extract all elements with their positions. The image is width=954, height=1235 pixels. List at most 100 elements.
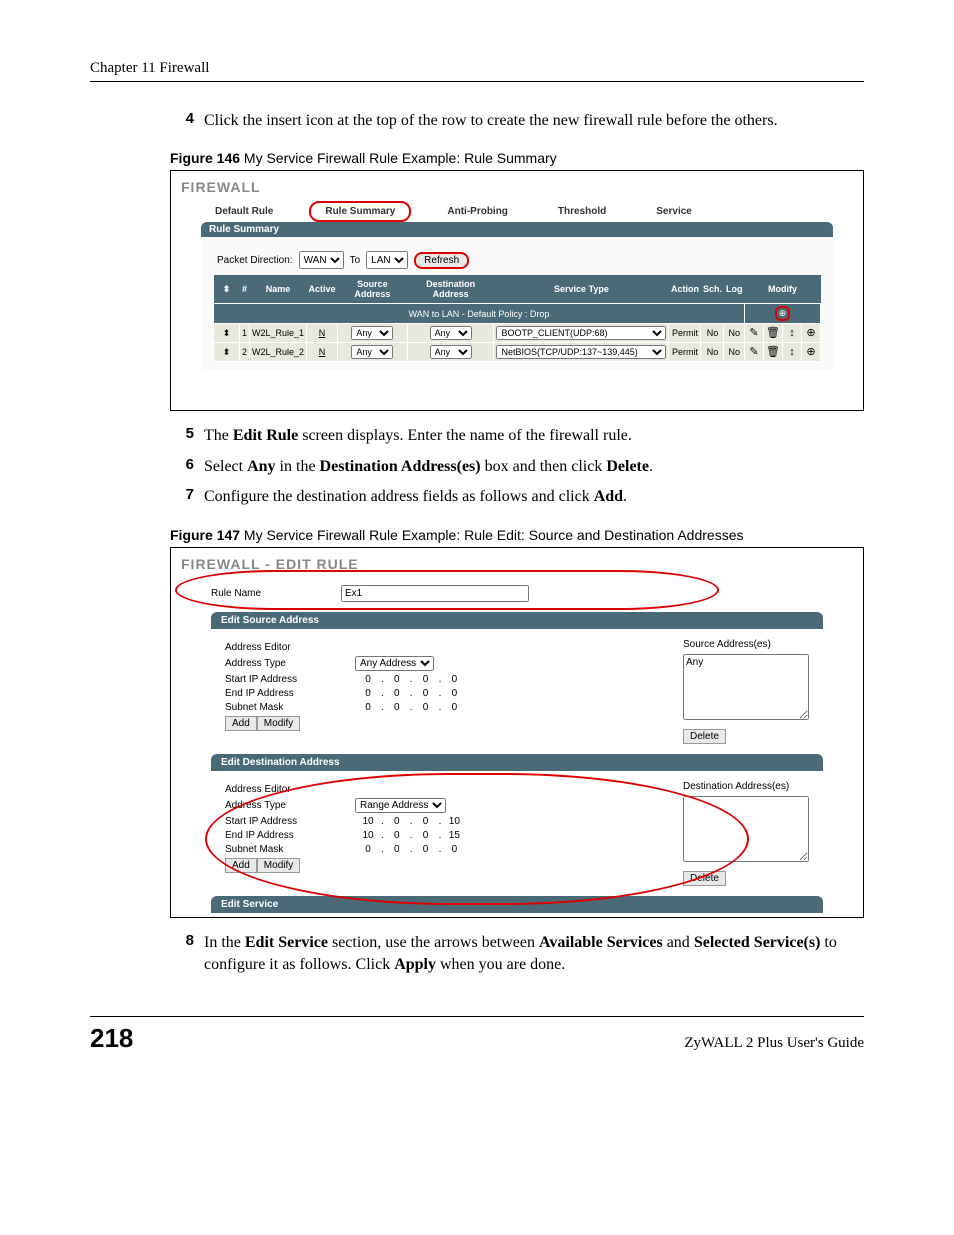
ip-octet: 0 — [413, 830, 439, 841]
step-text: Click the insert icon at the top of the … — [204, 110, 864, 132]
packet-direction-label: Packet Direction: — [217, 255, 293, 266]
source-modify-button[interactable]: Modify — [257, 716, 300, 731]
rules-table: ⬍ # Name Active Source Address Destinati… — [213, 275, 821, 362]
insert-icon[interactable]: ⊕ — [804, 345, 818, 359]
reorder-handle[interactable]: ⬍ — [214, 343, 240, 362]
action-cell: Permit — [669, 343, 701, 362]
ip-octet: 10 — [441, 816, 467, 827]
rule-name-input[interactable] — [341, 585, 529, 602]
tab-default-rule[interactable]: Default Rule — [201, 203, 287, 220]
address-editor-label: Address Editor — [225, 642, 355, 653]
packet-direction-from-select[interactable]: WAN — [299, 251, 344, 269]
insert-icon[interactable]: ⊕ — [775, 306, 791, 321]
source-addresses-list[interactable]: Any — [683, 654, 809, 720]
move-icon[interactable]: ↕ — [785, 326, 799, 340]
figure-147-screenshot: FIREWALL - EDIT RULE Rule Name Edit Sour… — [170, 547, 864, 918]
delete-icon[interactable]: 🗑 — [766, 326, 780, 340]
packet-direction-to-select[interactable]: LAN — [366, 251, 408, 269]
edit-icon[interactable]: ✎ — [747, 345, 761, 359]
source-address-type-select[interactable]: Any Address — [355, 656, 434, 671]
subnet-label: Subnet Mask — [225, 702, 355, 713]
ip-octet: 0 — [413, 688, 439, 699]
tab-service[interactable]: Service — [642, 203, 706, 220]
ip-octet: 0 — [441, 674, 467, 685]
destination-modify-button[interactable]: Modify — [257, 858, 300, 873]
active-cell: N — [307, 324, 338, 343]
address-type-label: Address Type — [225, 800, 355, 811]
ip-octet: 15 — [441, 830, 467, 841]
destination-addresses-list[interactable] — [683, 796, 809, 862]
step-number: 8 — [170, 932, 204, 977]
destination-delete-button[interactable]: Delete — [683, 871, 726, 886]
service-select[interactable]: BOOTP_CLIENT(UDP:68) — [496, 326, 666, 340]
firewall-title: FIREWALL — [181, 179, 853, 195]
firewall-edit-title: FIREWALL - EDIT RULE — [181, 556, 853, 572]
source-add-button[interactable]: Add — [225, 716, 257, 731]
col-action: Action — [669, 275, 701, 304]
ip-octet: 0 — [384, 844, 410, 855]
reorder-handle[interactable]: ⬍ — [214, 324, 240, 343]
rule-summary-body: Packet Direction: WAN To LAN Refresh ⬍ #… — [201, 237, 833, 370]
destination-select[interactable]: Any — [430, 326, 472, 340]
row-index: 2 — [240, 343, 250, 362]
page-number: 218 — [90, 1023, 133, 1054]
guide-name: ZyWALL 2 Plus User's Guide — [684, 1035, 864, 1052]
row-index: 1 — [240, 324, 250, 343]
schedule-cell: No — [701, 324, 724, 343]
col-index: # — [240, 275, 250, 304]
ip-octet: 0 — [413, 674, 439, 685]
log-cell: No — [724, 343, 745, 362]
delete-icon[interactable]: 🗑 — [766, 345, 780, 359]
refresh-button[interactable]: Refresh — [414, 252, 469, 269]
col-source: Source Address — [338, 275, 408, 304]
step-number: 7 — [170, 486, 204, 508]
insert-icon[interactable]: ⊕ — [804, 326, 818, 340]
col-schedule: Sch. — [701, 275, 724, 304]
tab-threshold[interactable]: Threshold — [544, 203, 620, 220]
source-select[interactable]: Any — [351, 326, 393, 340]
figure-147-caption: Figure 147 My Service Firewall Rule Exam… — [170, 527, 864, 543]
ip-octet: 0 — [355, 688, 381, 699]
move-icon[interactable]: ↕ — [785, 345, 799, 359]
ip-octet: 0 — [441, 688, 467, 699]
destination-cell: Any — [407, 324, 494, 343]
col-name: Name — [250, 275, 307, 304]
ip-octet: 0 — [441, 702, 467, 713]
destination-select[interactable]: Any — [430, 345, 472, 359]
destination-address-type-select[interactable]: Range Address — [355, 798, 446, 813]
end-ip-label: End IP Address — [225, 688, 355, 699]
step-text: Select Any in the Destination Address(es… — [204, 456, 864, 478]
source-cell: Any — [338, 324, 408, 343]
log-cell: No — [724, 324, 745, 343]
header-rule — [90, 81, 864, 82]
step-8: 8 In the Edit Service section, use the a… — [170, 932, 864, 977]
tab-anti-probing[interactable]: Anti-Probing — [433, 203, 522, 220]
schedule-cell: No — [701, 343, 724, 362]
edit-source-header: Edit Source Address — [211, 612, 823, 629]
table-row: ⬍ 2 W2L_Rule_2 N Any Any NetBIOS(TCP/UDP… — [214, 343, 821, 362]
subnet-label: Subnet Mask — [225, 844, 355, 855]
ip-octet: 0 — [384, 688, 410, 699]
figure-label: Figure 147 — [170, 527, 240, 543]
step-7: 7 Configure the destination address fiel… — [170, 486, 864, 508]
start-ip-label: Start IP Address — [225, 674, 355, 685]
ip-octet: 0 — [355, 844, 381, 855]
source-select[interactable]: Any — [351, 345, 393, 359]
address-type-label: Address Type — [225, 658, 355, 669]
source-delete-button[interactable]: Delete — [683, 729, 726, 744]
figure-146-screenshot: FIREWALL Default Rule Rule Summary Anti-… — [170, 170, 864, 411]
step-number: 5 — [170, 425, 204, 447]
footer-rule — [90, 1016, 864, 1017]
figure-label: Figure 146 — [170, 150, 240, 166]
col-log: Log — [724, 275, 745, 304]
table-row: ⬍ 1 W2L_Rule_1 N Any Any BOOTP_CLIENT(UD… — [214, 324, 821, 343]
destination-add-button[interactable]: Add — [225, 858, 257, 873]
tab-rule-summary[interactable]: Rule Summary — [309, 201, 411, 222]
ip-octet: 0 — [355, 702, 381, 713]
end-ip-label: End IP Address — [225, 830, 355, 841]
step-5: 5 The Edit Rule screen displays. Enter t… — [170, 425, 864, 447]
chapter-header: Chapter 11 Firewall — [90, 60, 864, 77]
edit-icon[interactable]: ✎ — [747, 326, 761, 340]
service-select[interactable]: NetBIOS(TCP/UDP:137~139,445) — [496, 345, 666, 359]
service-cell: NetBIOS(TCP/UDP:137~139,445) — [494, 343, 669, 362]
